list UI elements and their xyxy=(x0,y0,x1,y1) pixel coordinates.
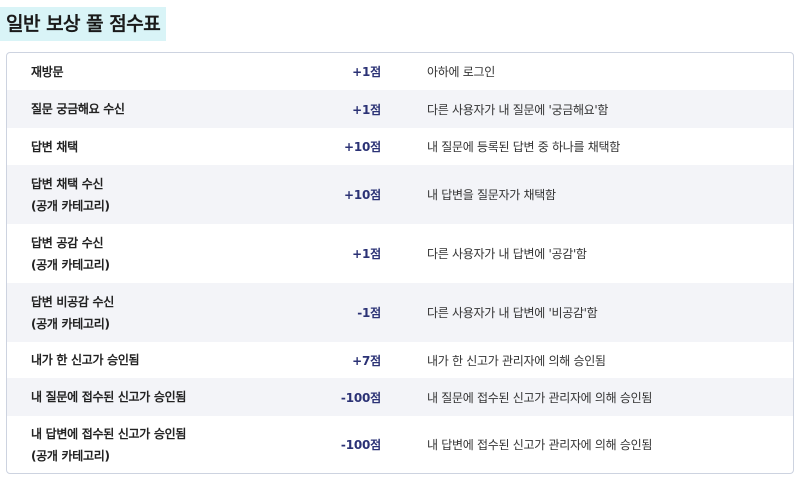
table-row: 답변 비공감 수신 (공개 카테고리) -1점 다른 사용자가 내 답변에 '비… xyxy=(7,283,793,342)
row-points: +10점 xyxy=(344,140,381,154)
row-name-line1: 질문 궁금해요 수신 xyxy=(31,102,125,116)
row-name-line1: 답변 공감 수신 xyxy=(31,235,104,250)
row-description: 내 질문에 접수된 신고가 관리자에 의해 승인됨 xyxy=(427,390,653,405)
row-points: +1점 xyxy=(352,247,381,261)
row-description: 내 답변을 질문자가 채택함 xyxy=(427,188,556,202)
row-name-line1: 재방문 xyxy=(31,64,64,79)
row-name-line1: 내 답변에 접수된 신고가 승인됨 xyxy=(31,426,187,441)
row-name: 질문 궁금해요 수신 xyxy=(31,98,125,120)
table-row: 내 질문에 접수된 신고가 승인됨 -100점 내 질문에 접수된 신고가 관리… xyxy=(7,378,793,416)
row-name: 내가 한 신고가 승인됨 xyxy=(31,349,140,371)
score-table: 재방문 +1점 아하에 로그인 질문 궁금해요 수신 +1점 다른 사용자가 내… xyxy=(6,52,794,474)
row-description: 다른 사용자가 내 답변에 '비공감'함 xyxy=(427,306,598,320)
row-name-line2: (공개 카테고리) xyxy=(31,316,110,331)
row-name-line1: 답변 채택 수신 xyxy=(31,176,104,191)
row-name: 답변 비공감 수신 (공개 카테고리) xyxy=(31,291,114,335)
row-name: 답변 공감 수신 (공개 카테고리) xyxy=(31,232,110,276)
table-row: 질문 궁금해요 수신 +1점 다른 사용자가 내 질문에 '궁금해요'함 xyxy=(7,90,793,128)
table-row: 답변 채택 +10점 내 질문에 등록된 답변 중 하나를 채택함 xyxy=(7,128,793,165)
table-row: 답변 채택 수신 (공개 카테고리) +10점 내 답변을 질문자가 채택함 xyxy=(7,165,793,224)
row-name-line1: 내 질문에 접수된 신고가 승인됨 xyxy=(31,390,187,404)
row-description: 내 답변에 접수된 신고가 관리자에 의해 승인됨 xyxy=(427,438,653,452)
row-points: +10점 xyxy=(344,188,381,202)
row-name-line1: 답변 채택 xyxy=(31,139,78,154)
row-name-line1: 내가 한 신고가 승인됨 xyxy=(31,353,140,367)
row-name: 답변 채택 xyxy=(31,136,78,158)
table-row: 답변 공감 수신 (공개 카테고리) +1점 다른 사용자가 내 답변에 '공감… xyxy=(7,224,793,283)
row-points: +7점 xyxy=(352,353,381,368)
table-row: 재방문 +1점 아하에 로그인 xyxy=(7,53,793,90)
row-description: 내가 한 신고가 관리자에 의해 승인됨 xyxy=(427,353,606,368)
row-name-line2: (공개 카테고리) xyxy=(31,448,110,463)
row-name: 재방문 xyxy=(31,61,64,83)
title-wrap: 일반 보상 풀 점수표 xyxy=(0,7,167,41)
row-name: 답변 채택 수신 (공개 카테고리) xyxy=(31,173,110,217)
table-row: 내 답변에 접수된 신고가 승인됨 (공개 카테고리) -100점 내 답변에 … xyxy=(7,416,793,473)
row-name: 내 답변에 접수된 신고가 승인됨 (공개 카테고리) xyxy=(31,423,186,467)
row-name-line2: (공개 카테고리) xyxy=(31,198,110,213)
page-title: 일반 보상 풀 점수표 xyxy=(0,7,167,41)
row-name: 내 질문에 접수된 신고가 승인됨 xyxy=(31,386,186,408)
row-points: -1점 xyxy=(357,306,381,320)
row-name-line1: 답변 비공감 수신 xyxy=(31,294,114,309)
row-description: 아하에 로그인 xyxy=(427,65,495,79)
row-points: +1점 xyxy=(352,65,381,79)
row-points: -100점 xyxy=(340,390,381,405)
row-points: +1점 xyxy=(352,102,381,117)
row-points: -100점 xyxy=(340,438,381,452)
table-row: 내가 한 신고가 승인됨 +7점 내가 한 신고가 관리자에 의해 승인됨 xyxy=(7,342,793,378)
row-description: 내 질문에 등록된 답변 중 하나를 채택함 xyxy=(427,140,620,154)
row-name-line2: (공개 카테고리) xyxy=(31,257,110,272)
row-description: 다른 사용자가 내 질문에 '궁금해요'함 xyxy=(427,102,609,117)
row-description: 다른 사용자가 내 답변에 '공감'함 xyxy=(427,247,587,261)
